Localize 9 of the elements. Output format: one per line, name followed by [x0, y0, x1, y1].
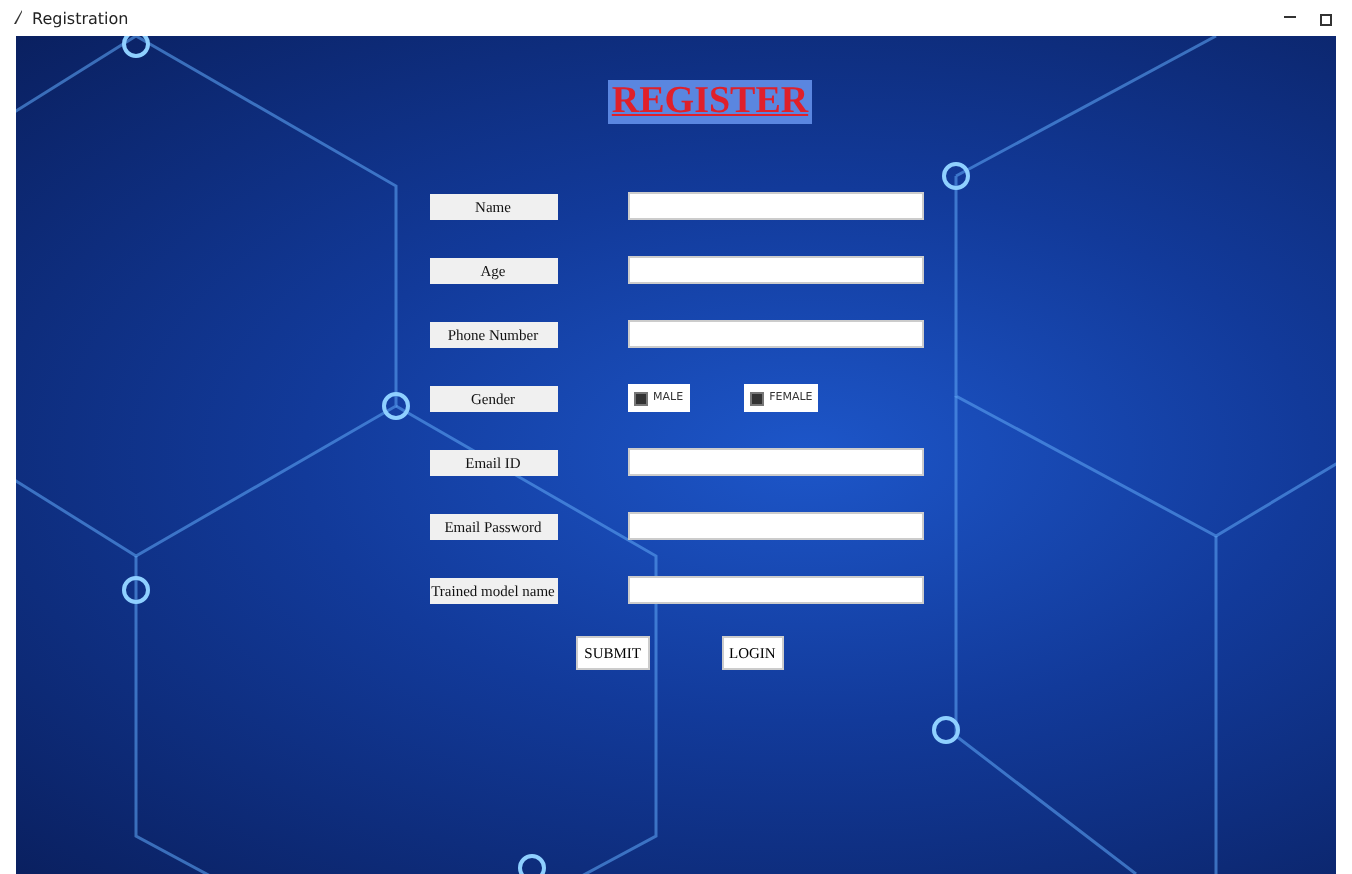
window-title: Registration	[32, 9, 131, 27]
input-field[interactable]	[627, 576, 923, 604]
input-field[interactable]	[627, 256, 923, 284]
input-field[interactable]	[627, 320, 923, 348]
input-field[interactable]	[627, 448, 923, 476]
register-heading: REGISTER	[607, 80, 813, 124]
feather-icon	[12, 10, 24, 26]
input-field[interactable]	[627, 192, 923, 220]
input-field[interactable]	[627, 512, 923, 540]
